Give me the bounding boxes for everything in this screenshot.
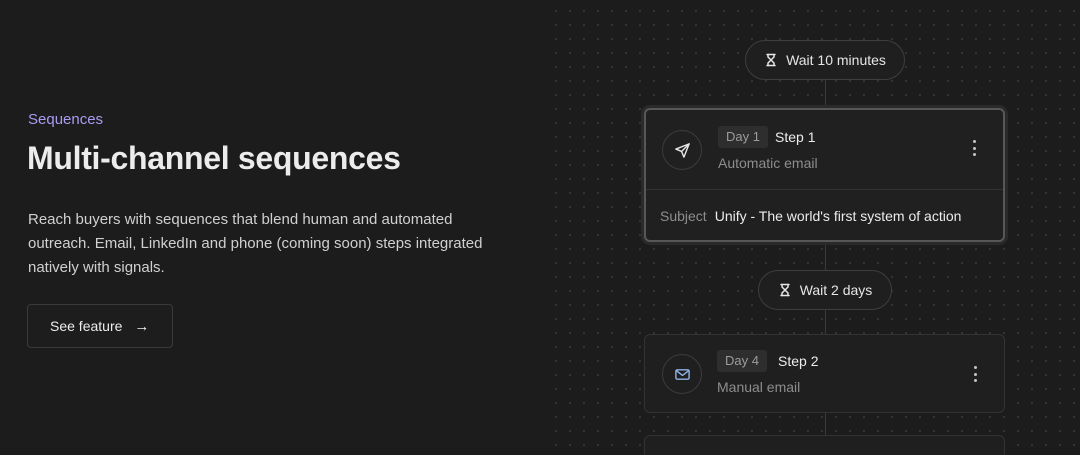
step-card-header: Day 4 Step 2 Manual email [645,335,1004,414]
step-number: Step 2 [778,353,819,369]
connector-line [825,310,826,334]
step-subject-row: Subject Unify - The world's first system… [646,189,1003,241]
subject-value: Unify - The world's first system of acti… [714,207,962,224]
see-feature-button[interactable]: See feature → [27,304,173,348]
connector-line [825,413,826,435]
wait-step-pill[interactable]: Wait 2 days [758,270,892,310]
section-description: Reach buyers with sequences that blend h… [28,211,483,276]
step-type: Automatic email [718,155,818,171]
subject-label: Subject [660,207,707,224]
step-card-header: Day 1 Step 1 Automatic email [646,110,1003,189]
step-type: Manual email [717,379,801,395]
send-icon [674,142,690,158]
step-icon-wrapper [662,354,702,394]
arrow-right-icon: → [134,317,150,335]
step-number: Step 1 [775,129,816,145]
more-options-icon[interactable] [972,366,978,382]
section-eyebrow: Sequences [28,111,104,128]
section-title: Multi-channel sequences [27,140,401,176]
connector-line [825,242,826,270]
day-badge: Day 1 [718,126,768,148]
hourglass-icon [779,283,790,297]
sequence-step-card[interactable]: Day 1 Step 1 Automatic email Subject Uni… [644,108,1005,242]
day-badge: Day 4 [717,350,767,372]
wait-step-label: Wait 2 days [799,282,873,298]
see-feature-label: See feature [50,318,123,334]
feature-section: Sequences Multi-channel sequences Reach … [0,0,1080,455]
step-icon-wrapper [662,130,702,170]
more-options-icon[interactable] [971,140,977,156]
wait-step-label: Wait 10 minutes [786,52,886,68]
connector-line [825,80,826,108]
wait-step-pill[interactable]: Wait 10 minutes [745,40,905,80]
sequence-step-card[interactable]: Day 4 Step 2 Manual email [644,334,1005,413]
hourglass-icon [766,53,776,67]
sequence-step-card[interactable] [644,435,1005,455]
mail-icon [674,368,690,380]
